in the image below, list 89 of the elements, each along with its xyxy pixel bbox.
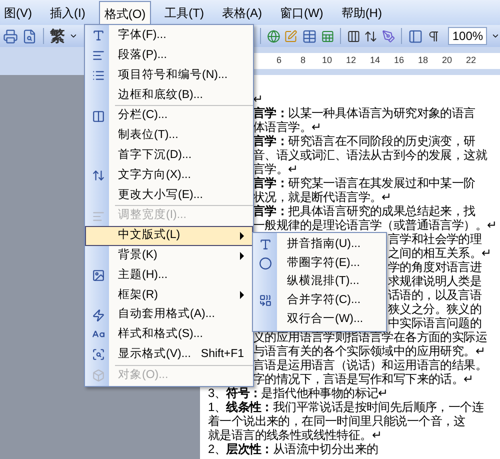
document-text-line: 3、符号：是指代他种事物的标记↵ [208, 386, 388, 400]
text-direction-icon[interactable] [364, 28, 378, 44]
document-text-line: 言学和社会学的理 [388, 232, 482, 246]
menu-item[interactable]: 框架(R) [85, 285, 253, 306]
document-text-line: 之间的相互关系。↵ [388, 246, 492, 260]
menu-item[interactable]: 项目符号和编号(N)... [85, 66, 253, 86]
submenu-item[interactable]: 拼音指南(U)... [253, 235, 386, 254]
menu-item[interactable]: 背景(K) [85, 246, 253, 266]
menu-item[interactable]: 字体(F)... [85, 26, 253, 46]
ruler-number: 8 [299, 54, 306, 68]
menu-bar-item[interactable]: 格式(O) [99, 1, 151, 25]
menu-item[interactable]: 样式和格式(S)... [85, 324, 253, 345]
table-icon[interactable] [302, 28, 317, 44]
document-text-line: 求规律说明人类是 [388, 274, 482, 288]
menu-item[interactable]: 主题(H)... [85, 266, 253, 286]
menu-item[interactable]: 文字方向(X)... [85, 166, 253, 186]
menu-bar-item[interactable]: 窗口(W) [276, 2, 328, 24]
menu-item[interactable]: 段落(P)... [85, 46, 253, 66]
globe-icon[interactable] [266, 28, 280, 44]
document-text-line: 言学。↵ [253, 162, 298, 176]
menu-item[interactable]: 制表位(T)... [85, 126, 253, 146]
ruler-number: 6 [275, 54, 282, 68]
document-text-line: 与语言有关的各个实际领域中的应用研究。↵ [253, 344, 486, 358]
menu-item-icon [92, 210, 104, 223]
menu-item-icon [92, 268, 104, 282]
menu-item-icon [92, 348, 104, 362]
ruler-number: 20 [440, 54, 453, 68]
menu-bar-item[interactable]: 表格(A) [218, 2, 266, 24]
menu-bar-item[interactable]: 帮助(H) [337, 2, 386, 24]
ruler-number: 14 [368, 54, 381, 68]
document-text-line: 1、线条性：我们平常说话是按时间先后顺序，一个连 [208, 400, 484, 414]
zoom-field[interactable]: 100% [448, 27, 488, 45]
menu-item-icon [92, 29, 104, 42]
document-text-line: 字的情况下，言语是写作和写下来的话。↵ [253, 372, 474, 386]
print-preview-icon[interactable] [22, 28, 37, 44]
submenu-arrow-icon [240, 252, 244, 260]
document-text-line: 体语言学。↵ [253, 120, 322, 134]
document-text-line: 言学：研究语言在不同阶段的历史演变，研 [253, 134, 476, 148]
menu-item-icon [92, 110, 104, 123]
ruler-number: 10 [320, 54, 333, 68]
columns-icon[interactable] [346, 28, 360, 44]
document-text-line: 音、语义或词汇、语法从古到今的发展，这就 [253, 148, 488, 162]
menu-item[interactable]: 边框和底纹(B)... [85, 85, 253, 106]
document-map-icon[interactable] [408, 28, 423, 44]
menu-bar-item[interactable]: 工具(T) [160, 2, 208, 24]
menu-item-icon [258, 256, 272, 270]
menu-bar-item[interactable]: 插入(I) [46, 2, 90, 24]
submenu-item[interactable]: 带圈字符(E)... [253, 254, 386, 273]
spreadsheet-icon[interactable] [320, 28, 334, 44]
document-text-line: 话语的，以及言语 [388, 288, 482, 302]
printer-icon[interactable] [3, 28, 18, 44]
document-text-line: 狭义之分。狭义的 [388, 302, 482, 316]
document-text-line: 2、层次性：从语流中切分出来的 [208, 442, 378, 456]
ruler-number: 12 [344, 54, 357, 68]
document-text-line: 一般规律的是理论语言学（或普通语言学）。↵ [253, 218, 497, 232]
document-text-line: 中实际语言问题的 [388, 316, 482, 330]
menu-item-icon [258, 238, 272, 251]
document-text-line: 就是语言的线条性或线性特征。↵ [208, 428, 382, 442]
drawing-icon[interactable] [382, 28, 396, 44]
document-text-line: 言学：把具体语言研究的成果总结起来，找 [253, 204, 476, 218]
menu-item-icon [92, 168, 104, 182]
traditional-chinese-button[interactable]: 繁 [50, 28, 65, 44]
menu-item[interactable]: 显示格式(V)... Shift+F1 [85, 344, 253, 365]
submenu-item[interactable]: 合并字符(C)... [253, 291, 386, 310]
ruler-number: 16 [392, 54, 405, 68]
menu-item[interactable]: 自动套用格式(A)... [85, 305, 253, 325]
submenu-arrow-icon [240, 291, 244, 300]
document-text-line: 言学：研究某一语言在其发展过和中某一阶 [253, 176, 476, 190]
document-text-line: 言学：以某一种具体语言为研究对象的语言 [253, 106, 476, 120]
menu-item-icon [92, 308, 104, 322]
submenu-item[interactable]: 纵横混排(T)... [253, 272, 386, 292]
document-text-line: 着一个说出来的，在同一时间里只能说一个音，这 [208, 414, 466, 428]
menu-item-icon [258, 294, 272, 308]
submenu-item[interactable]: 双行合一(W)... [253, 310, 386, 329]
pilcrow-icon[interactable] [426, 28, 440, 44]
ruler-number: 18 [416, 54, 429, 68]
menu-item[interactable]: 首字下沉(D)... [85, 146, 253, 166]
menu-item[interactable]: 分栏(C)... [85, 106, 253, 126]
menu-item-icon [92, 49, 104, 62]
menu-item[interactable]: 更改大小写(E)... [85, 185, 253, 206]
menu-item-icon [92, 368, 104, 382]
menu-bar-item[interactable]: 图(V) [0, 2, 36, 24]
menu-item[interactable]: 中文版式(L) [85, 226, 253, 246]
document-text-line: 学的角度对语言进 [388, 260, 482, 274]
ruler-number: 22 [464, 54, 477, 68]
submenu-arrow-icon [240, 232, 244, 240]
document-text-line: ↵ [253, 92, 263, 106]
document-text-line: 言语是运用语言（说话）和运用语言的结果。 [253, 358, 488, 372]
menu-item-icon [92, 68, 104, 82]
